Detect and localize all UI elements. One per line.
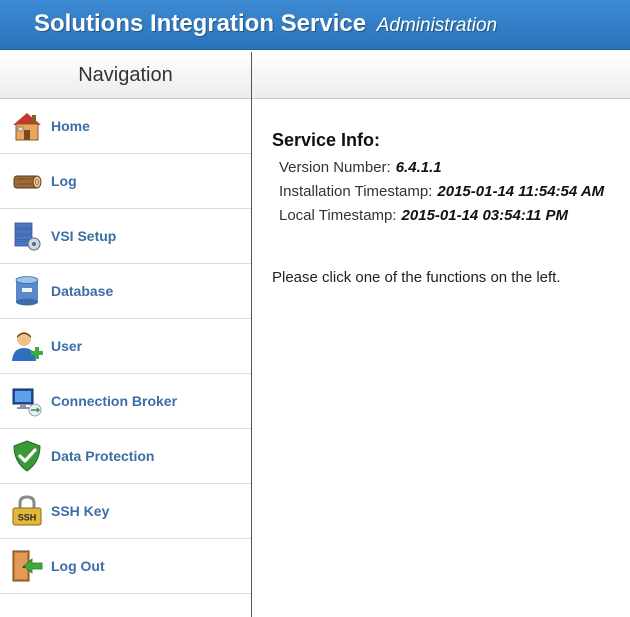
nav-item-user[interactable]: User (0, 319, 251, 374)
nav-item-ssh-key[interactable]: SSH SSH Key (0, 484, 251, 539)
local-timestamp-value: 2015-01-14 03:54:11 PM (401, 207, 569, 224)
installation-timestamp-row: Installation Timestamp: 2015-01-14 11:54:… (279, 183, 622, 200)
nav-item-home[interactable]: Home (0, 99, 251, 154)
installation-timestamp-value: 2015-01-14 11:54:54 AM (437, 183, 605, 200)
nav-item-label: Connection Broker (51, 393, 178, 409)
svg-text:SSH: SSH (18, 513, 37, 523)
user-add-icon (12, 332, 43, 361)
version-row: Version Number: 6.4.1.1 (279, 159, 622, 176)
nav-item-label: SSH Key (51, 503, 110, 519)
navigation-menu: Home Log VSI Setup Database User Connect… (0, 99, 251, 594)
nav-item-label: Home (51, 118, 90, 134)
app-header: Solutions Integration Service Administra… (0, 0, 630, 50)
installation-timestamp-label: Installation Timestamp: (279, 183, 433, 200)
nav-item-vsi-setup[interactable]: VSI Setup (0, 209, 251, 264)
local-timestamp-label: Local Timestamp: (279, 207, 397, 224)
content-header-bar (252, 52, 630, 99)
nav-item-database[interactable]: Database (0, 264, 251, 319)
app-title-main: Solutions Integration Service (34, 10, 367, 37)
instruction-text: Please click one of the functions on the… (272, 269, 561, 286)
vsi-setup-icon (14, 222, 41, 251)
app-title: Solutions Integration Service Administra… (34, 10, 497, 38)
nav-item-data-protection[interactable]: Data Protection (0, 429, 251, 484)
log-icon (13, 175, 42, 189)
nav-item-label: VSI Setup (51, 228, 117, 244)
panel-divider (251, 52, 252, 617)
nav-item-label: Log Out (51, 558, 105, 574)
connection-broker-icon (12, 388, 42, 417)
shield-check-icon (13, 440, 41, 472)
nav-item-label: Log (51, 173, 77, 189)
navigation-header: Navigation (0, 52, 251, 99)
nav-item-label: Database (51, 283, 114, 299)
nav-item-connection-broker[interactable]: Connection Broker (0, 374, 251, 429)
ssh-lock-icon: SSH (12, 495, 42, 526)
service-info-title: Service Info: (272, 130, 381, 150)
nav-item-log-out[interactable]: Log Out (0, 539, 251, 594)
nav-item-log[interactable]: Log (0, 154, 251, 209)
version-label: Version Number: (279, 159, 391, 176)
app-title-subtitle: Administration (376, 15, 498, 36)
local-timestamp-row: Local Timestamp: 2015-01-14 03:54:11 PM (279, 207, 622, 224)
home-icon (13, 113, 41, 141)
log-out-icon (12, 550, 43, 582)
nav-item-label: User (51, 338, 83, 354)
nav-item-label: Data Protection (51, 448, 155, 464)
main-content: Service Info: Version Number: 6.4.1.1 Ins… (272, 130, 622, 286)
database-icon (15, 276, 39, 306)
version-value: 6.4.1.1 (395, 159, 442, 176)
